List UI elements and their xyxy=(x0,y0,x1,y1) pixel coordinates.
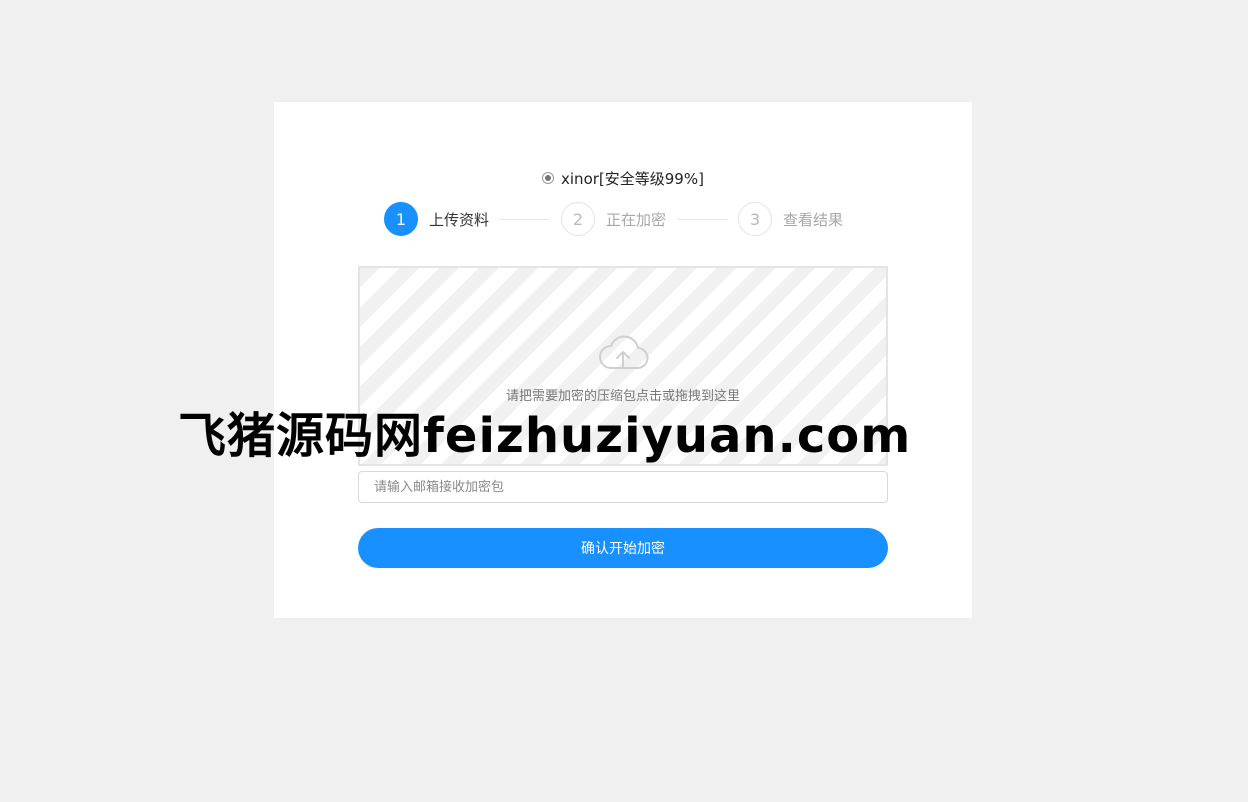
option-label: xinor[安全等级99%] xyxy=(561,169,704,188)
upload-dropzone[interactable]: 请把需要加密的压缩包点击或拖拽到这里 xyxy=(358,266,888,466)
email-input[interactable] xyxy=(358,471,888,503)
cloud-upload-icon xyxy=(599,335,649,370)
step-label: 查看结果 xyxy=(783,210,844,229)
encryption-option[interactable]: xinor[安全等级99%] xyxy=(274,166,972,190)
option-radio[interactable] xyxy=(542,172,555,184)
encrypt-card: xinor[安全等级99%] 1 上传资料 2 正在加密 3 查看结果 请把需要… xyxy=(274,102,972,618)
step-encrypting: 2 正在加密 xyxy=(561,202,666,236)
upload-hint: 请把需要加密的压缩包点击或拖拽到这里 xyxy=(505,389,740,404)
start-encrypt-button[interactable]: 确认开始加密 xyxy=(358,528,888,568)
step-connector xyxy=(500,218,551,220)
step-label: 上传资料 xyxy=(429,210,490,229)
step-connector xyxy=(677,218,728,220)
step-number: 3 xyxy=(738,202,773,236)
step-upload: 1 上传资料 xyxy=(384,202,489,236)
step-number: 2 xyxy=(561,202,596,236)
progress-steps: 1 上传资料 2 正在加密 3 查看结果 xyxy=(384,202,843,236)
step-label: 正在加密 xyxy=(606,210,667,229)
step-result: 3 查看结果 xyxy=(738,202,843,236)
step-number: 1 xyxy=(384,202,418,236)
